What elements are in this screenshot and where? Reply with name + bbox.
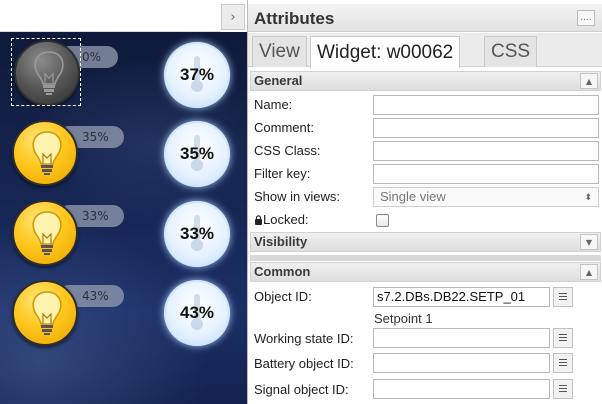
working-state-id-field[interactable] (373, 328, 550, 348)
filter-key-label: Filter key: (254, 166, 311, 181)
object-id-label: Object ID: (254, 289, 312, 304)
show-in-views-label: Show in views: (254, 189, 340, 204)
light-bulb-widget-on[interactable] (12, 120, 78, 186)
locked-checkbox[interactable] (376, 214, 389, 227)
battery-object-id-field[interactable] (373, 353, 550, 373)
chevron-right-icon: › (230, 9, 236, 25)
select-arrows-icon: ⬍ (584, 192, 592, 202)
light-bulb-widget-on[interactable] (12, 200, 78, 266)
gauge-value: 43% (179, 303, 215, 322)
light-bulb-widget-on[interactable] (12, 280, 78, 346)
attributes-panel: Attributes .... View Widget: w00062 CSS … (247, 0, 602, 404)
panel-header: Attributes .... (248, 4, 602, 32)
signal-object-id-label: Signal object ID: (254, 382, 349, 397)
show-in-views-select[interactable]: Single view ⬍ (373, 187, 599, 207)
object-id-description: Setpoint 1 (374, 311, 433, 326)
collapse-up-icon[interactable]: ▲ (580, 264, 598, 280)
gauge-value: 37% (179, 65, 215, 84)
thermostat-gauge[interactable]: 35% (164, 121, 230, 187)
tab-css[interactable]: CSS (484, 36, 538, 67)
working-state-id-browse-button[interactable] (553, 328, 573, 348)
show-in-views-value: Single view (380, 189, 446, 204)
name-field[interactable] (373, 95, 599, 115)
light-bulb-icon (32, 211, 62, 255)
light-bulb-icon (32, 131, 62, 175)
collapse-up-icon[interactable]: ▲ (580, 73, 598, 89)
tab-view[interactable]: View (252, 36, 307, 67)
css-class-field[interactable] (373, 141, 599, 161)
collapse-panel-button[interactable]: › (221, 4, 245, 30)
list-icon (559, 293, 567, 301)
section-title: General (254, 73, 303, 88)
filter-key-field[interactable] (373, 164, 599, 184)
section-title: Common (254, 264, 311, 279)
thermostat-gauge[interactable]: 43% (164, 280, 230, 346)
light-bulb-icon (32, 291, 62, 335)
comment-label: Comment: (254, 120, 314, 135)
list-icon (559, 385, 567, 393)
section-title: Visibility (254, 234, 308, 249)
lock-icon (255, 215, 262, 225)
thermostat-gauge[interactable]: 33% (164, 201, 230, 267)
panel-title: Attributes (254, 9, 335, 28)
panel-menu-button[interactable]: .... (577, 10, 595, 26)
gauge-value: 35% (179, 144, 215, 163)
list-icon (559, 359, 567, 367)
section-divider (250, 255, 601, 261)
signal-object-id-field[interactable] (373, 379, 550, 399)
battery-object-id-browse-button[interactable] (553, 353, 573, 373)
comment-field[interactable] (373, 118, 599, 138)
name-label: Name: (254, 97, 293, 112)
canvas-top-bar (0, 0, 220, 32)
tab-widget[interactable]: Widget: w00062 (310, 36, 461, 68)
object-id-field[interactable]: s7.2.DBs.DB22.SETP_01 (373, 287, 550, 307)
object-id-browse-button[interactable] (553, 287, 573, 307)
battery-object-id-label: Battery object ID: (254, 356, 354, 371)
css-class-label: CSS Class: (254, 143, 321, 158)
attribute-tabs: View Widget: w00062 CSS (248, 33, 602, 68)
signal-object-id-browse-button[interactable] (553, 379, 573, 399)
section-common[interactable]: Common ▲ (250, 262, 601, 282)
expand-down-icon[interactable]: ▼ (580, 234, 598, 250)
thermostat-gauge[interactable]: 37% (164, 42, 230, 108)
working-state-id-label: Working state ID: (254, 331, 354, 346)
section-visibility[interactable]: Visibility ▼ (250, 232, 601, 252)
widget-selection-frame (11, 38, 81, 106)
gauge-value: 33% (179, 224, 215, 243)
locked-label: Locked: (254, 212, 309, 227)
section-general[interactable]: General ▲ (250, 71, 601, 91)
list-icon (559, 334, 567, 342)
